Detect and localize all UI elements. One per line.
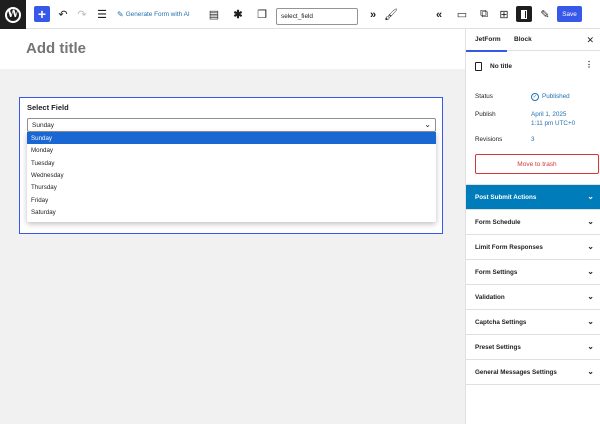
select-field[interactable]: Sunday ⌄ <box>27 118 436 132</box>
sidebar-tabs: JetForm Block ✕ <box>466 29 600 52</box>
dropdown-option[interactable]: Friday <box>27 194 436 206</box>
tab-jetform[interactable]: JetForm <box>466 36 507 52</box>
chevron-down-icon: ⌄ <box>587 342 594 351</box>
select-value: Sunday <box>32 122 55 129</box>
copy-icon[interactable]: ❐ <box>254 0 270 29</box>
layout-icon[interactable]: ▤ <box>206 0 222 29</box>
double-chevron-left-icon[interactable]: « <box>431 0 447 29</box>
code-icon[interactable]: ⊞ <box>496 0 512 29</box>
document-icon <box>475 61 482 71</box>
title-area: Add title <box>0 29 465 69</box>
dropdown-option[interactable]: Wednesday <box>27 169 436 181</box>
dropdown-option[interactable]: Thursday <box>27 182 436 194</box>
wordpress-icon: W <box>5 6 21 23</box>
dropdown-option[interactable]: Saturday <box>27 206 436 218</box>
desktop-preview-icon[interactable]: ▭ <box>454 0 470 29</box>
published-check-icon: ✓ <box>531 93 539 101</box>
section-form-settings[interactable]: Form Settings ⌄ <box>466 259 600 284</box>
double-chevron-right-icon[interactable]: » <box>365 0 381 29</box>
styles-brush-icon[interactable]: ✎ <box>537 0 553 29</box>
dropdown-option[interactable]: Tuesday <box>27 157 436 169</box>
section-label: Limit Form Responses <box>475 244 543 251</box>
section-captcha-settings[interactable]: Captcha Settings ⌄ <box>466 309 600 334</box>
redo-icon[interactable]: ↷ <box>74 0 90 29</box>
chevron-down-icon: ⌄ <box>424 120 431 129</box>
dropdown-option[interactable]: Monday <box>27 144 436 156</box>
section-label: Validation <box>475 294 505 301</box>
section-preset-settings[interactable]: Preset Settings ⌄ <box>466 334 600 359</box>
publish-label: Publish <box>475 111 496 118</box>
more-options-icon[interactable]: ⋮ <box>585 60 593 69</box>
chevron-down-icon: ⌄ <box>587 367 594 376</box>
chevron-down-icon: ⌄ <box>587 317 594 326</box>
chevron-down-icon: ⌄ <box>587 267 594 276</box>
add-block-button[interactable]: + <box>34 6 50 22</box>
undo-icon[interactable]: ↶ <box>55 0 71 29</box>
publish-date[interactable]: April 1, 2025 1:11 pm UTC+0 <box>531 111 575 128</box>
list-view-icon[interactable]: ☰ <box>94 0 110 29</box>
external-link-icon[interactable]: ⧉ <box>476 0 492 29</box>
section-post-submit-actions[interactable]: Post Submit Actions ⌄ <box>466 184 600 209</box>
close-icon[interactable]: ✕ <box>586 35 594 46</box>
save-button[interactable]: Save <box>557 6 582 22</box>
brush-icon[interactable]: 🖌 <box>383 0 399 29</box>
section-label: Post Submit Actions <box>475 194 537 201</box>
section-label: Form Schedule <box>475 219 521 226</box>
field-label: Select Field <box>27 103 69 112</box>
section-divider <box>466 384 600 385</box>
editor-canvas: Add title Select Field Sunday ⌄ Sunday M… <box>0 29 465 424</box>
status-value[interactable]: ✓ Published <box>531 93 570 102</box>
dropdown-list: Sunday Monday Tuesday Wednesday Thursday… <box>27 132 436 222</box>
settings-sidebar: JetForm Block ✕ No title ⋮ Status ✓ Publi… <box>465 29 600 424</box>
sidebar-icon <box>521 9 527 19</box>
section-validation[interactable]: Validation ⌄ <box>466 284 600 309</box>
revisions-count[interactable]: 3 <box>531 136 535 145</box>
publish-time-text: 1:11 pm UTC+0 <box>531 119 576 127</box>
generate-form-ai-button[interactable]: ✎ Generate Form with AI <box>117 0 190 29</box>
tab-block[interactable]: Block <box>514 36 532 43</box>
status-label: Status <box>475 93 493 100</box>
section-label: Form Settings <box>475 269 518 276</box>
section-form-schedule[interactable]: Form Schedule ⌄ <box>466 209 600 234</box>
magic-wand-icon: ✎ <box>117 10 124 19</box>
settings-panel-toggle[interactable] <box>516 6 532 22</box>
wordpress-logo-button[interactable]: W <box>0 0 26 29</box>
post-title-input[interactable]: Add title <box>26 40 86 57</box>
section-label: Captcha Settings <box>475 319 527 326</box>
chevron-down-icon: ⌄ <box>587 217 594 226</box>
section-general-messages-settings[interactable]: General Messages Settings ⌄ <box>466 359 600 384</box>
document-row: No title ⋮ <box>475 59 593 73</box>
chevron-down-icon: ⌄ <box>587 192 594 201</box>
move-to-trash-button[interactable]: Move to trash <box>475 154 599 174</box>
document-title: No title <box>490 62 513 70</box>
publish-date-text: April 1, 2025 <box>531 111 567 118</box>
section-label: General Messages Settings <box>475 369 557 376</box>
top-toolbar: W + ↶ ↷ ☰ ✎ Generate Form with AI ▤ ✱ ❐ … <box>0 0 600 29</box>
asterisk-icon[interactable]: ✱ <box>230 0 246 29</box>
revisions-label: Revisions <box>475 136 503 143</box>
chevron-down-icon: ⌄ <box>587 292 594 301</box>
search-input[interactable] <box>276 8 358 25</box>
select-field-block[interactable]: Select Field Sunday ⌄ Sunday Monday Tues… <box>19 97 443 234</box>
dropdown-option[interactable]: Sunday <box>27 132 436 145</box>
section-limit-form-responses[interactable]: Limit Form Responses ⌄ <box>466 234 600 259</box>
section-label: Preset Settings <box>475 344 521 351</box>
chevron-down-icon: ⌄ <box>587 242 594 251</box>
